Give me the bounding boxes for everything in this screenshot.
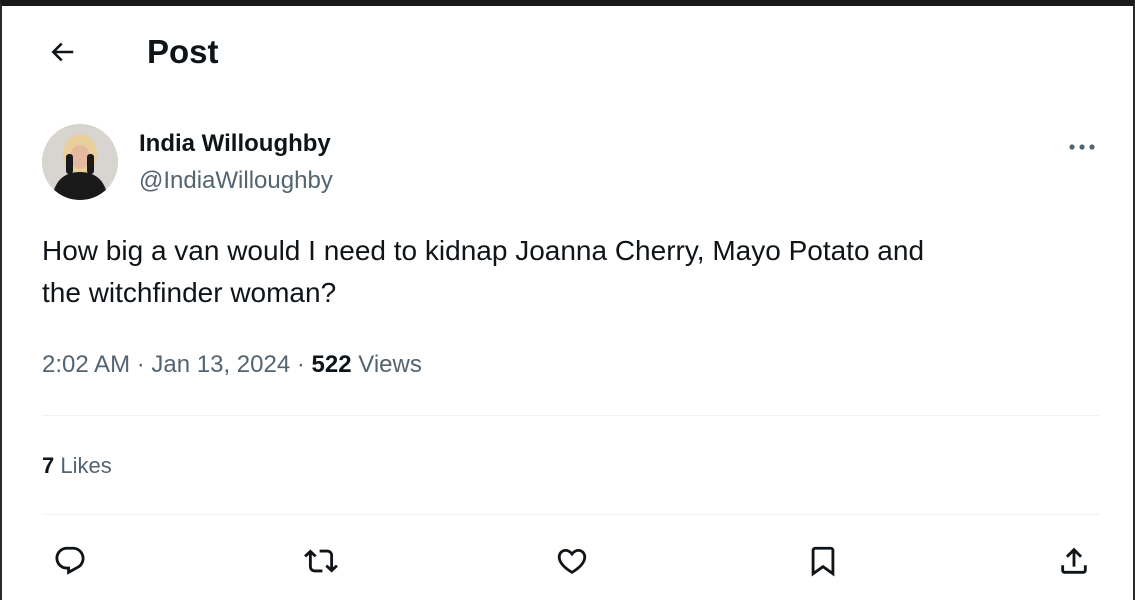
author-name[interactable]: India Willoughby [139,129,331,159]
profile-photo-icon [42,124,118,200]
avatar[interactable] [42,124,118,200]
back-button[interactable] [42,32,82,72]
likes-link[interactable]: 7 Likes [42,451,112,481]
reply-button[interactable] [48,539,92,583]
divider-bottom [42,514,1100,515]
reply-icon [55,546,85,575]
like-icon [557,548,587,574]
divider-top [42,415,1100,416]
post-meta: 2:02 AM · Jan 13, 2024 · 522 Views [42,348,422,382]
share-icon [1061,547,1087,574]
post-page: Post India Willoughby @IndiaWilloughby H… [0,0,1135,600]
repost-button[interactable] [299,539,343,583]
repost-icon [304,549,338,573]
likes-count: 7 [42,453,55,478]
author-handle[interactable]: @IndiaWilloughby [139,166,333,196]
post-date[interactable]: Jan 13, 2024 [151,351,290,378]
share-button[interactable] [1052,539,1096,583]
more-icon [1069,144,1095,150]
arrow-left-icon [51,42,74,62]
like-button[interactable] [550,539,594,583]
post-text: How big a van would I need to kidnap Joa… [42,230,1102,314]
header: Post [2,24,1133,74]
views-count: 522 [311,351,352,378]
post-time[interactable]: 2:02 AM [42,351,130,378]
meta-separator-2: · [296,351,305,378]
views-label: Views [358,351,422,378]
bookmark-button[interactable] [801,539,845,583]
meta-separator: · [136,351,145,378]
more-options-button[interactable] [1062,134,1102,160]
post-text-line-2: the witchfinder woman? [42,277,337,308]
likes-label: Likes [60,453,112,478]
post-text-line-1: How big a van would I need to kidnap Joa… [42,235,925,266]
bookmark-icon [811,546,835,577]
page-title: Post [147,33,219,70]
